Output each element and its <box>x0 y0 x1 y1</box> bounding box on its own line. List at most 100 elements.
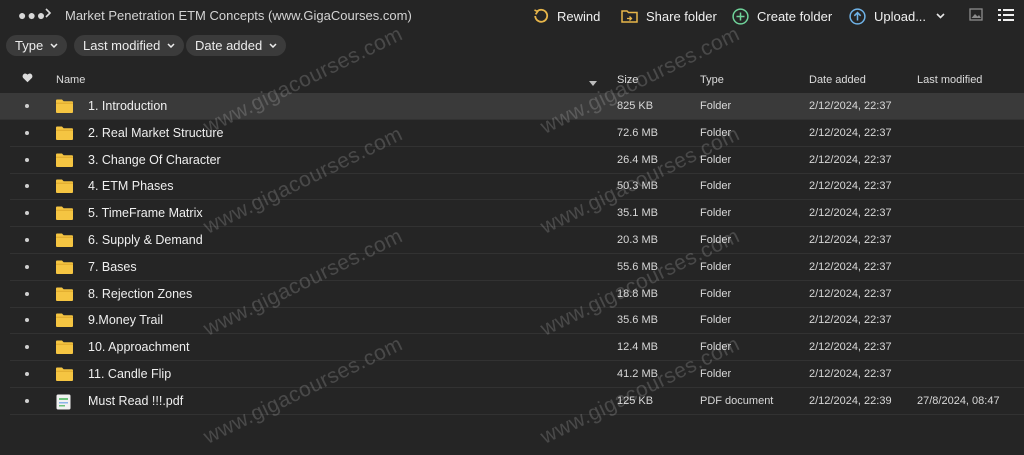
file-name[interactable]: 2. Real Market Structure <box>88 126 223 140</box>
file-type: Folder <box>700 153 732 166</box>
file-row[interactable]: 5. TimeFrame Matrix 35.1 MB Folder 2/12/202… <box>10 200 1024 228</box>
file-date-added: 2/12/2024, 22:37 <box>809 314 892 327</box>
file-row[interactable]: 7. Bases 55.6 MB Folder 2/12/2024, 22:37 <box>10 254 1024 281</box>
bullet-icon <box>25 157 29 162</box>
date-added-filter-label: Date added <box>195 38 263 53</box>
folder-icon <box>56 233 73 250</box>
file-name[interactable]: Must Read !!!.pdf <box>88 394 183 408</box>
folder-icon <box>56 367 73 384</box>
file-name[interactable]: 6. Supply & Demand <box>88 233 203 247</box>
file-size: 35.1 MB <box>617 207 658 220</box>
bullet-icon <box>25 211 29 216</box>
file-row[interactable]: 6. Supply & Demand 20.3 MB Folder 2/12/2024… <box>10 227 1024 254</box>
share-folder-button[interactable]: Share folder <box>621 5 717 27</box>
file-size: 12.4 MB <box>617 341 658 354</box>
file-date-added: 2/12/2024, 22:37 <box>809 260 892 273</box>
file-date-added: 2/12/2024, 22:39 <box>809 394 892 407</box>
file-row[interactable]: 10. Approachment 12.4 MB Folder 2/12/2024, … <box>10 334 1024 362</box>
table-header: Name Size Type Date added Last modified <box>0 68 1024 94</box>
file-type: Folder <box>700 287 732 300</box>
name-column-header[interactable]: Name <box>56 74 85 86</box>
bullet-icon <box>25 104 29 108</box>
date-added-filter[interactable]: Date added <box>186 35 287 56</box>
last-modified-column-header[interactable]: Last modified <box>917 74 982 86</box>
file-size: 72.6 MB <box>617 126 658 139</box>
file-name[interactable]: 5. TimeFrame Matrix <box>88 206 203 220</box>
upload-button[interactable]: Upload... <box>849 5 945 27</box>
breadcrumb-chevron-icon <box>44 7 52 22</box>
file-date-added: 2/12/2024, 22:37 <box>809 234 892 246</box>
list-view-icon[interactable] <box>998 8 1014 22</box>
file-size: 825 KB <box>617 100 654 112</box>
bullet-icon <box>25 291 29 296</box>
file-date-added: 2/12/2024, 22:37 <box>809 287 892 300</box>
file-row[interactable]: 9.Money Trail 35.6 MB Folder 2/12/2024, 22:… <box>10 307 1024 335</box>
bullet-icon <box>25 318 29 323</box>
file-row[interactable]: 4. ETM Phases 50.3 MB Folder 2/12/2024, 22:… <box>10 173 1024 201</box>
type-filter-label: Type <box>15 38 44 53</box>
bullet-icon <box>25 372 29 376</box>
file-size: 41.2 MB <box>617 368 658 380</box>
file-date-added: 2/12/2024, 22:37 <box>809 100 892 112</box>
folder-icon <box>56 313 73 330</box>
file-type: Folder <box>700 126 732 139</box>
file-date-added: 2/12/2024, 22:37 <box>809 126 892 139</box>
bullet-icon <box>25 130 29 135</box>
file-date-added: 2/12/2024, 22:37 <box>809 341 892 354</box>
file-type: Folder <box>700 207 732 220</box>
bullet-icon <box>25 238 29 242</box>
file-size: 125 KB <box>617 394 654 407</box>
file-name[interactable]: 4. ETM Phases <box>88 179 173 193</box>
bullet-icon <box>25 345 29 350</box>
file-name[interactable]: 7. Bases <box>88 260 137 274</box>
file-type: Folder <box>700 368 732 380</box>
file-row[interactable]: Must Read !!!.pdf 125 KB PDF document 2/12/… <box>10 388 1024 415</box>
breadcrumb[interactable]: Market Penetration ETM Concepts (www.Gig… <box>65 8 412 23</box>
file-date-added: 2/12/2024, 22:37 <box>809 368 892 380</box>
folder-icon <box>56 153 73 170</box>
file-name[interactable]: 3. Change Of Character <box>88 153 221 167</box>
rewind-button[interactable]: Rewind <box>533 5 600 27</box>
favourite-heart-icon[interactable] <box>22 73 33 86</box>
file-date-added: 2/12/2024, 22:37 <box>809 153 892 166</box>
thumbnail-view-icon[interactable] <box>969 8 983 21</box>
file-type: PDF document <box>700 394 774 407</box>
sort-arrow-icon[interactable] <box>589 77 597 89</box>
share-folder-label: Share folder <box>646 8 717 24</box>
file-name[interactable]: 8. Rejection Zones <box>88 287 192 301</box>
file-type: Folder <box>700 314 732 327</box>
folder-icon <box>56 260 73 277</box>
folder-icon <box>56 179 73 196</box>
chevron-down-icon <box>269 43 277 48</box>
file-size: 18.8 MB <box>617 287 658 300</box>
type-filter[interactable]: Type <box>6 35 68 56</box>
file-name[interactable]: 9.Money Trail <box>88 313 163 327</box>
chevron-down-icon <box>50 43 58 48</box>
folder-icon <box>56 340 73 357</box>
file-row[interactable]: 1. Introduction 825 KB Folder 2/12/2024, 22… <box>0 93 1024 120</box>
plus-circle-icon <box>732 7 749 25</box>
file-size: 35.6 MB <box>617 314 658 327</box>
file-name[interactable]: 11. Candle Flip <box>88 367 171 381</box>
size-column-header[interactable]: Size <box>617 74 638 86</box>
file-row[interactable]: 11. Candle Flip 41.2 MB Folder 2/12/2024, 2… <box>10 361 1024 388</box>
more-options-icon[interactable]: ●●● <box>18 7 46 23</box>
bullet-icon <box>25 264 29 269</box>
type-column-header[interactable]: Type <box>700 74 724 86</box>
create-folder-button[interactable]: Create folder <box>732 5 832 27</box>
date-added-column-header[interactable]: Date added <box>809 74 866 86</box>
file-row[interactable]: 2. Real Market Structure 72.6 MB Folder 2/1… <box>10 120 1024 147</box>
chevron-down-icon[interactable] <box>936 13 945 19</box>
file-name[interactable]: 1. Introduction <box>88 99 167 113</box>
top-bar: ●●● Market Penetration ETM Concepts (www… <box>0 0 1024 32</box>
file-type: Folder <box>700 180 732 193</box>
folder-icon <box>56 206 73 223</box>
last-modified-filter[interactable]: Last modified <box>74 35 185 56</box>
file-row[interactable]: 3. Change Of Character 26.4 MB Folder 2/12/… <box>10 147 1024 174</box>
rewind-label: Rewind <box>557 8 601 24</box>
create-folder-label: Create folder <box>757 8 833 24</box>
file-row[interactable]: 8. Rejection Zones 18.8 MB Folder 2/12/2024… <box>10 281 1024 308</box>
folder-icon <box>56 287 73 304</box>
file-name[interactable]: 10. Approachment <box>88 340 189 354</box>
pdf-file-icon <box>56 394 71 413</box>
